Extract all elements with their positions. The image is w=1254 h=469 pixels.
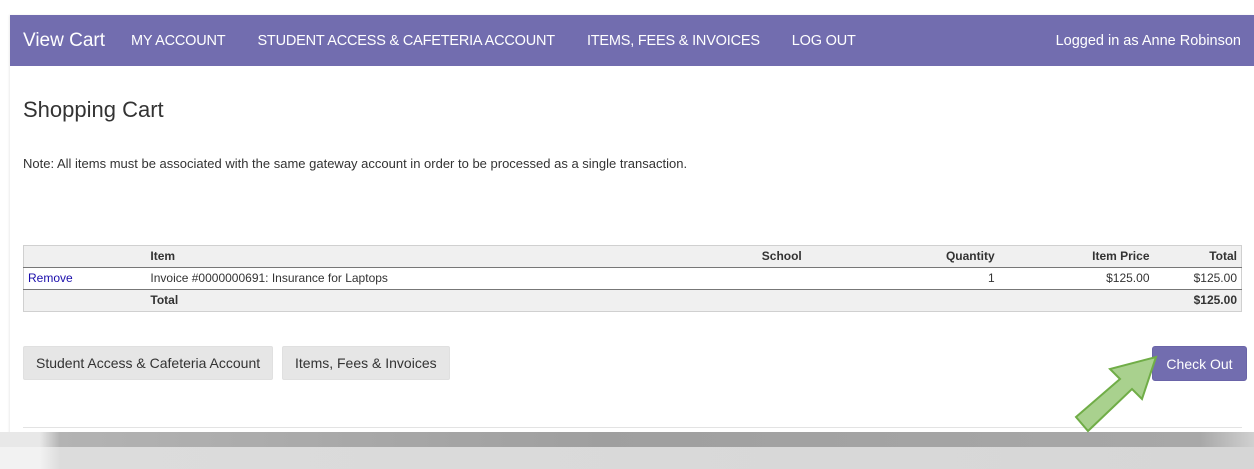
remove-cell: Remove: [24, 268, 147, 290]
nav-log-out[interactable]: LOG OUT: [776, 33, 872, 49]
nav-my-account[interactable]: MY ACCOUNT: [115, 33, 241, 49]
header-item-price: Item Price: [1092, 249, 1150, 263]
header-action: [24, 246, 147, 268]
header-quantity: Quantity: [945, 249, 995, 263]
user-status: Logged in as Anne Robinson: [1055, 32, 1241, 49]
header-school: School: [761, 249, 802, 263]
top-navbar: View Cart MY ACCOUNT STUDENT ACCESS & CA…: [10, 15, 1254, 66]
page-title: Shopping Cart: [23, 97, 164, 122]
school-cell: [576, 268, 806, 290]
footer-total-label: Total: [150, 293, 179, 307]
header-total: Total: [1209, 249, 1237, 263]
items-fees-button[interactable]: Items, Fees & Invoices: [282, 346, 450, 380]
remove-link[interactable]: Remove: [28, 271, 73, 285]
page-frame: View Cart MY ACCOUNT STUDENT ACCESS & CA…: [10, 15, 1254, 469]
footer-blank: [24, 290, 147, 312]
footer-blank-school: [576, 290, 806, 312]
footer-blank-qty: [806, 290, 999, 312]
cart-header-row: Item School Quantity Item Price Total: [23, 245, 1242, 268]
header-item: Item: [150, 249, 176, 263]
footer-total-value: $125.00: [1193, 293, 1237, 307]
footer-blank-price: [999, 290, 1154, 312]
divider: [23, 427, 1242, 428]
blurred-bar: [0, 432, 1254, 447]
blurred-bar-lower: [0, 447, 1254, 469]
brand-view-cart[interactable]: View Cart: [23, 30, 105, 52]
item-cell: Invoice #0000000691: Insurance for Lapto…: [150, 271, 388, 285]
quantity-cell: 1: [987, 271, 995, 285]
table-row: Remove Invoice #0000000691: Insurance fo…: [24, 268, 1242, 290]
item-price-cell: $125.00: [1106, 271, 1150, 285]
check-out-button[interactable]: Check Out: [1152, 346, 1247, 381]
nav-items-fees[interactable]: ITEMS, FEES & INVOICES: [571, 33, 776, 49]
total-cell: $125.00: [1193, 271, 1237, 285]
cart-table: Item School Quantity Item Price Total Re…: [23, 245, 1242, 312]
cart-total-row: Total $125.00: [23, 289, 1242, 312]
gateway-note: Note: All items must be associated with …: [23, 156, 688, 171]
student-access-button[interactable]: Student Access & Cafeteria Account: [23, 346, 274, 380]
nav-student-access[interactable]: STUDENT ACCESS & CAFETERIA ACCOUNT: [241, 33, 571, 49]
